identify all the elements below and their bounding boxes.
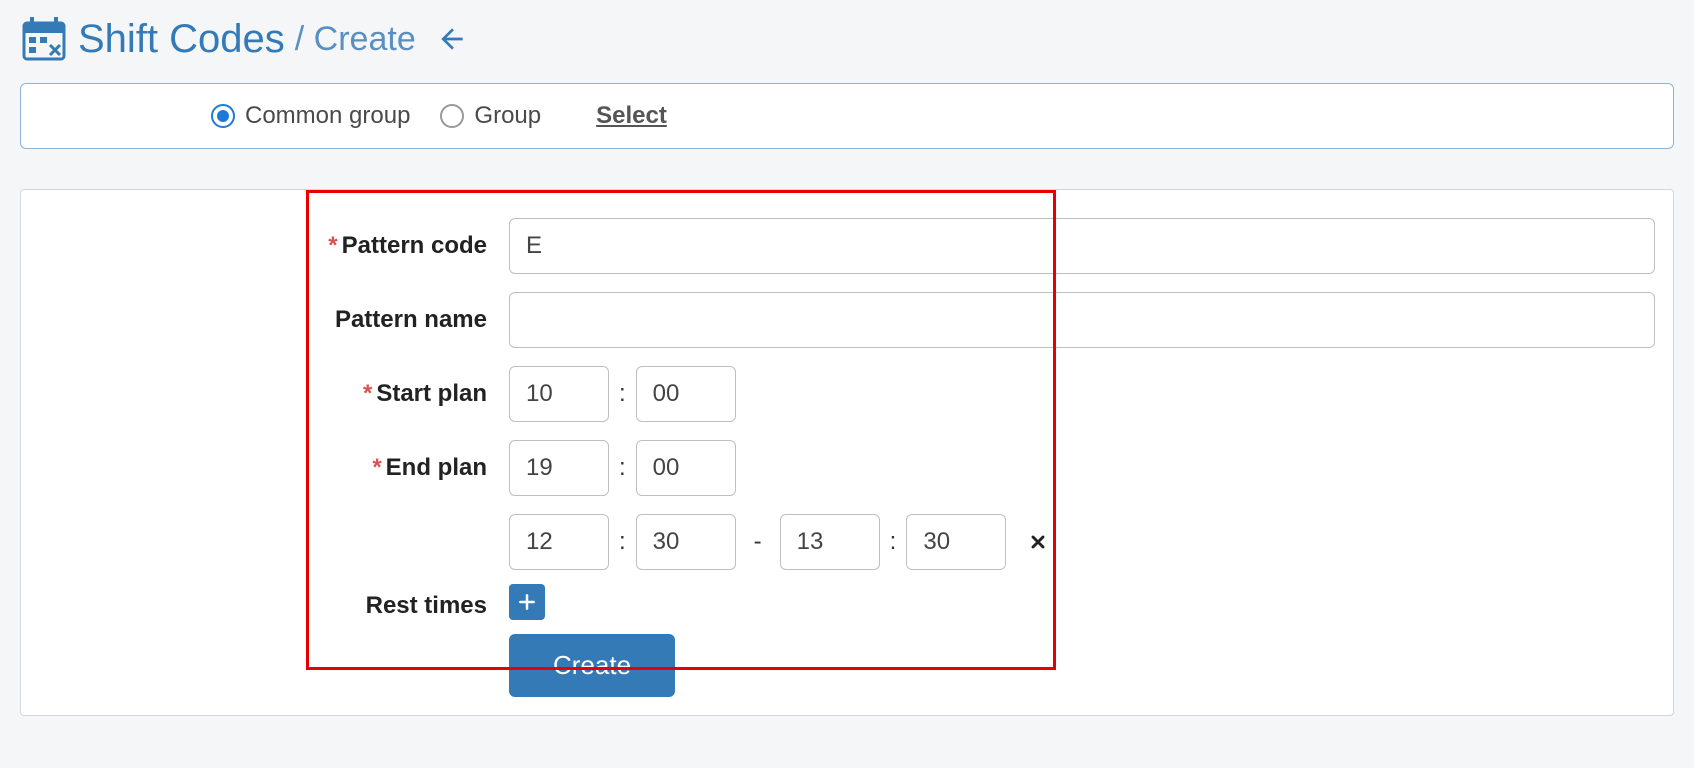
- rest-from-mm-input[interactable]: [636, 514, 736, 570]
- page-subtitle: / Create: [295, 20, 416, 59]
- end-plan-mm-input[interactable]: [636, 440, 736, 496]
- create-button[interactable]: Create: [509, 634, 675, 697]
- radio-label: Group: [474, 102, 541, 130]
- time-colon: :: [617, 380, 628, 408]
- group-panel: Common group Group Select: [20, 83, 1674, 149]
- radio-icon: [211, 104, 235, 128]
- rest-to-mm-input[interactable]: [906, 514, 1006, 570]
- back-arrow-icon[interactable]: [436, 23, 468, 55]
- select-link[interactable]: Select: [596, 102, 667, 130]
- pattern-name-input[interactable]: [509, 292, 1655, 348]
- radio-icon: [440, 104, 464, 128]
- end-plan-hh-input[interactable]: [509, 440, 609, 496]
- time-dash: -: [744, 528, 772, 556]
- pattern-code-input[interactable]: [509, 218, 1655, 274]
- calendar-icon: [20, 15, 68, 63]
- radio-group[interactable]: Group: [440, 102, 541, 130]
- remove-rest-icon[interactable]: [1028, 532, 1048, 552]
- label-rest-times: Rest times: [39, 592, 509, 620]
- rest-to-hh-input[interactable]: [780, 514, 880, 570]
- time-colon: :: [888, 528, 899, 556]
- label-end-plan: *End plan: [39, 454, 509, 482]
- add-rest-button[interactable]: [509, 584, 545, 620]
- time-colon: :: [617, 454, 628, 482]
- label-pattern-name: Pattern name: [39, 306, 509, 334]
- page-header: Shift Codes / Create: [20, 15, 1674, 63]
- page-title: Shift Codes: [78, 17, 285, 62]
- start-plan-hh-input[interactable]: [509, 366, 609, 422]
- label-start-plan: *Start plan: [39, 380, 509, 408]
- form-card: *Pattern code Pattern name *Start plan :…: [20, 189, 1674, 716]
- label-pattern-code: *Pattern code: [39, 232, 509, 260]
- rest-from-hh-input[interactable]: [509, 514, 609, 570]
- time-colon: :: [617, 528, 628, 556]
- radio-common-group[interactable]: Common group: [211, 102, 410, 130]
- radio-label: Common group: [245, 102, 410, 130]
- start-plan-mm-input[interactable]: [636, 366, 736, 422]
